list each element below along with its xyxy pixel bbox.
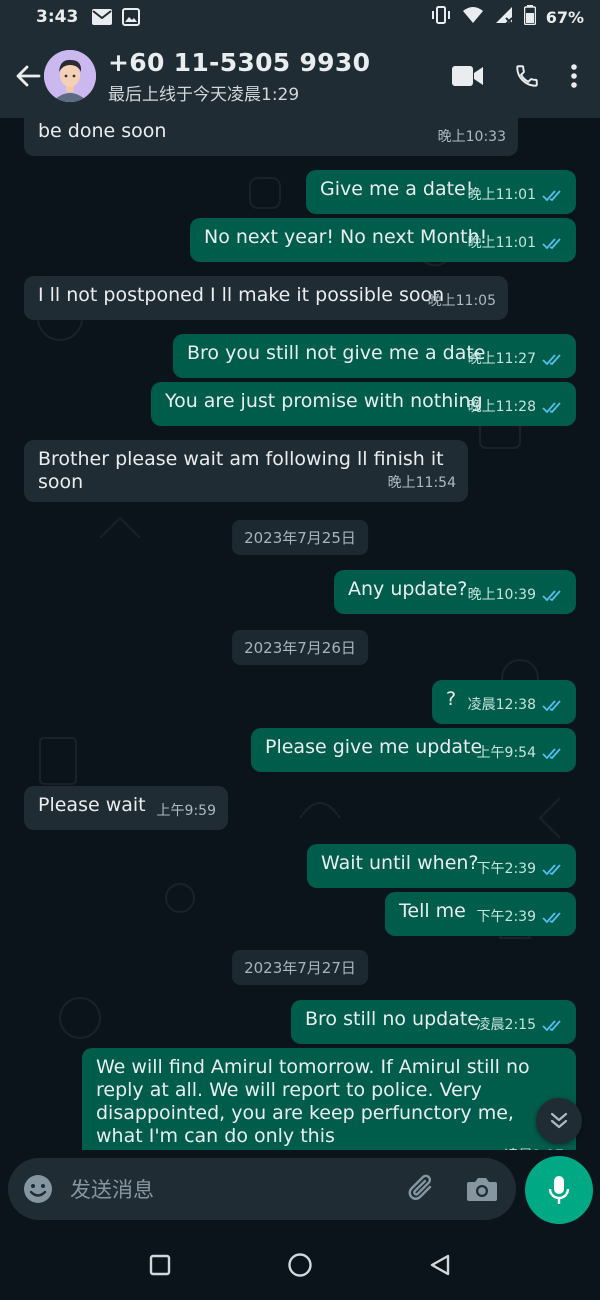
message-time: 晚上11:27 [467, 351, 536, 367]
message-bubble-outgoing[interactable]: No next year! No next Month! 晚上11:01 [190, 218, 576, 262]
read-receipt-icon [542, 911, 564, 925]
video-camera-icon [452, 66, 483, 86]
read-receipt-icon [542, 747, 564, 761]
battery-icon [523, 4, 536, 30]
message-bubble-outgoing[interactable]: Bro still no update 凌晨2:15 [291, 1000, 576, 1044]
read-receipt-icon [542, 1019, 564, 1033]
double-chevron-down-icon [550, 1112, 568, 1129]
date-separator: 2023年7月27日 [232, 950, 368, 985]
read-receipt-icon [542, 589, 564, 603]
emoji-button[interactable] [22, 1173, 54, 1205]
message-bubble-outgoing[interactable]: Wait until when? 下午2:39 [307, 844, 576, 888]
message-bubble-outgoing[interactable]: Tell me 下午2:39 [385, 892, 576, 936]
message-bubble-incoming[interactable]: Brother please wait am following ll fini… [24, 440, 468, 502]
message-time: 晚上11:05 [427, 293, 496, 309]
video-call-button[interactable] [452, 65, 484, 87]
system-back-button[interactable] [415, 1240, 465, 1290]
phone-icon [516, 65, 538, 87]
message-bubble-incoming[interactable]: I ll not postponed I ll make it possible… [24, 276, 508, 320]
recents-button[interactable] [135, 1240, 185, 1290]
scroll-to-bottom-button[interactable] [536, 1098, 582, 1144]
message-bubble-outgoing[interactable]: Any update? 晚上10:39 [334, 570, 576, 614]
message-time: 晚上11:54 [387, 475, 456, 491]
message-input[interactable]: 发送消息 [70, 1174, 406, 1204]
message-text: be done soon [38, 120, 167, 142]
gmail-icon [92, 9, 113, 25]
message-text: I ll not postponed I ll make it possible… [38, 284, 445, 306]
cellular-signal-icon [494, 6, 514, 29]
status-bar: 3:43 67% [0, 0, 600, 34]
circle-icon [288, 1253, 312, 1277]
camera-button[interactable] [466, 1175, 498, 1203]
date-separator: 2023年7月25日 [232, 520, 368, 555]
message-time: 凌晨2:15 [476, 1017, 536, 1033]
emoji-icon [24, 1175, 52, 1203]
message-bubble-outgoing[interactable]: Please give me update 上午9:54 [251, 728, 576, 772]
message-bubble-outgoing[interactable]: You are just promise with nothing 晚上11:2… [151, 382, 576, 426]
more-options-button[interactable] [570, 63, 578, 89]
avatar[interactable] [44, 50, 96, 102]
last-seen-status: 最后上线于今天凌晨1:29 [108, 84, 300, 105]
kebab-menu-icon [571, 64, 577, 88]
gallery-icon [122, 8, 141, 26]
contact-info[interactable]: +60 11-5305 9930 最后上线于今天凌晨1:29 [108, 48, 452, 105]
message-input-container[interactable]: 发送消息 [8, 1158, 516, 1220]
voice-call-button[interactable] [514, 63, 540, 89]
home-button[interactable] [275, 1240, 325, 1290]
message-time: 晚上11:01 [467, 235, 536, 251]
read-receipt-icon [542, 189, 564, 203]
voice-message-button[interactable] [525, 1156, 593, 1224]
read-receipt-icon [542, 353, 564, 367]
read-receipt-icon [542, 237, 564, 251]
message-bubble-outgoing[interactable]: We will find Amirul tomorrow. If Amirul … [82, 1048, 576, 1160]
message-bubble-incoming[interactable]: Please wait 上午9:59 [24, 786, 228, 830]
message-time: 下午2:39 [476, 909, 536, 925]
message-text: We will find Amirul tomorrow. If Amirul … [96, 1056, 530, 1147]
message-time: 晚上10:33 [437, 129, 506, 145]
wifi-icon [462, 6, 484, 29]
read-receipt-icon [542, 863, 564, 877]
battery-percent: 67% [545, 7, 584, 27]
microphone-icon [548, 1176, 570, 1204]
date-separator: 2023年7月26日 [232, 630, 368, 665]
read-receipt-icon [542, 401, 564, 415]
message-time: 上午9:54 [476, 745, 536, 761]
message-time: 凌晨12:38 [467, 697, 536, 713]
triangle-back-icon [430, 1254, 450, 1276]
message-bubble-outgoing[interactable]: Bro you still not give me a date 晚上11:27 [173, 334, 576, 378]
message-bubble-incoming[interactable]: be done soon 晚上10:33 [24, 118, 518, 156]
contact-name: +60 11-5305 9930 [108, 47, 371, 77]
message-bubble-outgoing[interactable]: Give me a date! 晚上11:01 [306, 170, 576, 214]
message-time: 上午9:59 [156, 803, 216, 819]
message-bubble-outgoing[interactable]: ? 凌晨12:38 [432, 680, 576, 724]
system-navigation-bar [0, 1230, 600, 1300]
message-list[interactable]: be done soon 晚上10:33 Give me a date! 晚上1… [0, 118, 600, 1160]
message-time: 晚上11:01 [467, 187, 536, 203]
paperclip-icon [408, 1174, 432, 1200]
attach-button[interactable] [406, 1173, 438, 1205]
status-time: 3:43 [36, 7, 79, 27]
read-receipt-icon [542, 699, 564, 713]
vibrate-icon [430, 5, 452, 29]
message-time: 晚上10:39 [467, 587, 536, 603]
message-time: 下午2:39 [476, 861, 536, 877]
message-time: 晚上11:28 [467, 399, 536, 415]
back-arrow-icon [16, 65, 41, 87]
camera-icon [467, 1178, 497, 1201]
square-icon [149, 1254, 171, 1276]
message-composer: 发送消息 [0, 1150, 600, 1230]
chat-header: +60 11-5305 9930 最后上线于今天凌晨1:29 [0, 34, 600, 118]
